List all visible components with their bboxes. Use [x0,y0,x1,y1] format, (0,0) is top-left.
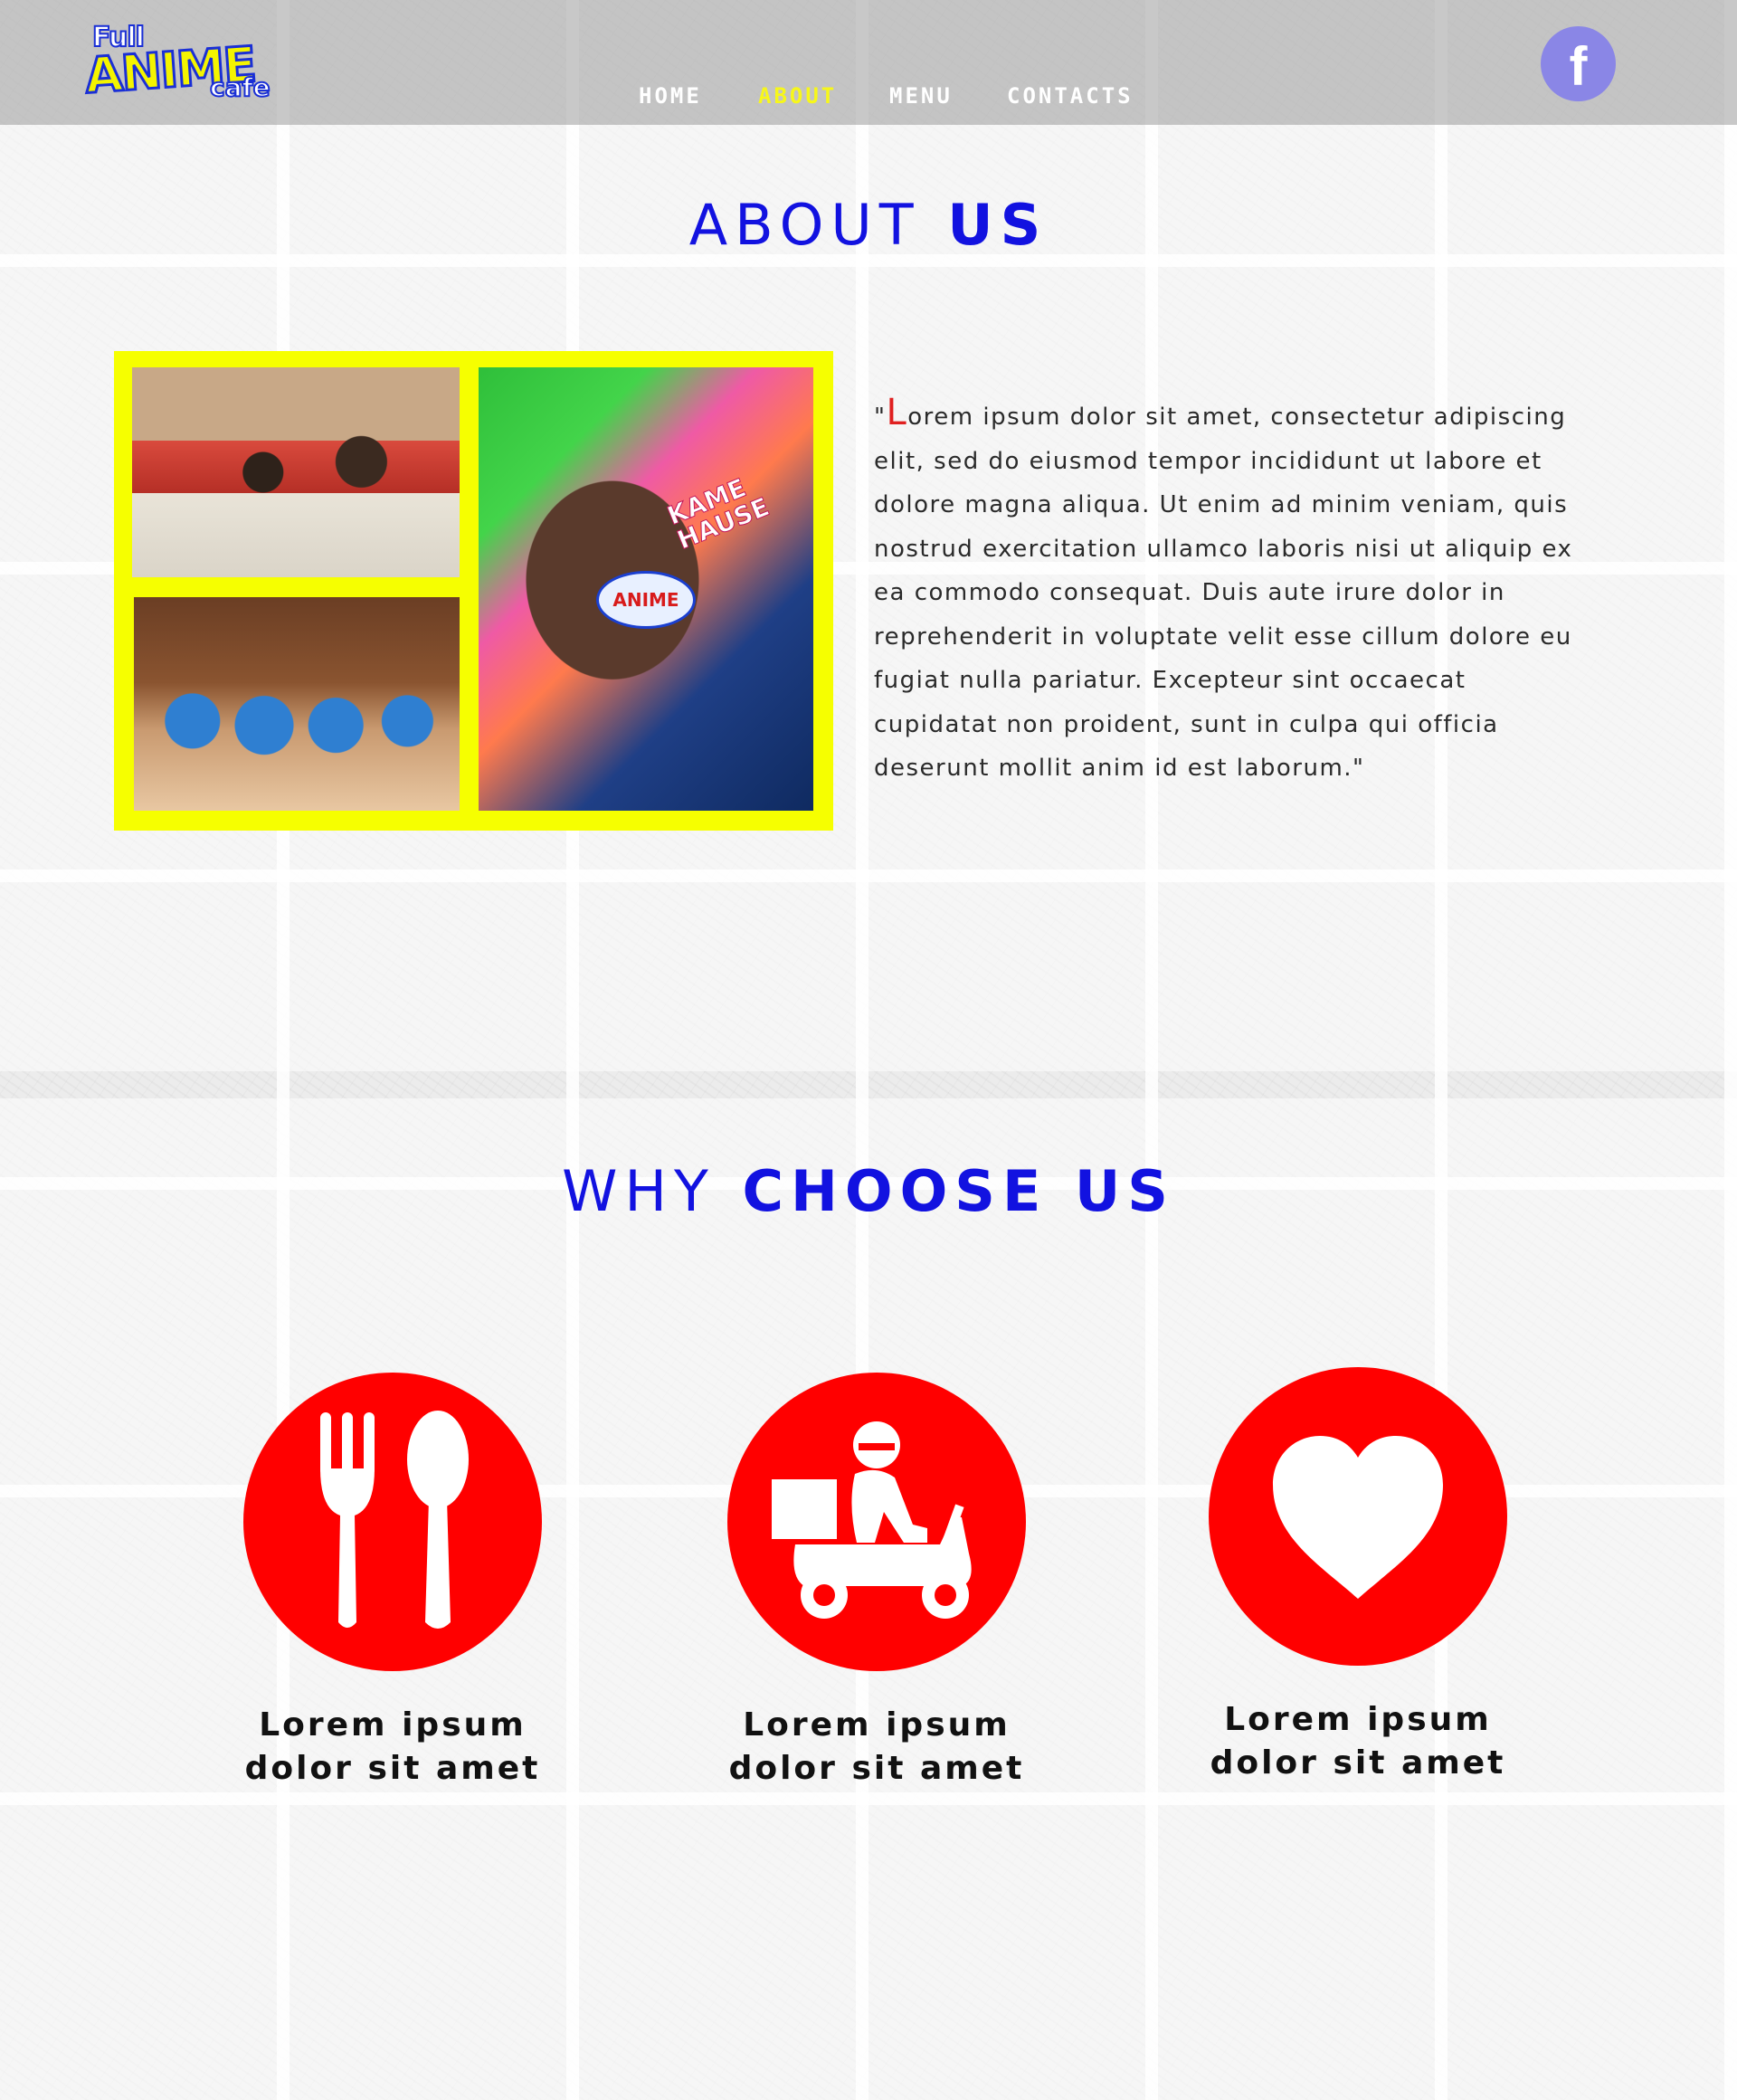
photo-doraemon-figures [134,597,460,811]
about-quote-open: " [874,404,887,431]
feature-line-2: dolor sit amet [244,1750,541,1787]
site-header: Full ANIME cafe HOME ABOUT MENU CONTACTS… [0,0,1737,125]
feature-card-delivery: Lorem ipsum dolor sit amet [687,1373,1067,1791]
facebook-button[interactable]: f [1541,26,1616,101]
feature-card-food: Lorem ipsum dolor sit amet [203,1373,583,1791]
feature-line-2: dolor sit amet [1210,1744,1506,1782]
feature-line-1: Lorem ipsum [743,1706,1011,1744]
nav-item-menu[interactable]: MENU [889,83,953,109]
feature-card-love: Lorem ipsum dolor sit amet [1168,1367,1548,1785]
feature-circle [1209,1367,1507,1666]
facebook-icon: f [1569,35,1588,97]
fork-spoon-icon [320,1411,469,1629]
nav-item-contacts[interactable]: CONTACTS [1007,83,1134,109]
about-title-light: ABOUT [688,192,921,258]
about-drop-cap: L [886,392,908,433]
heart-icon [1273,1436,1443,1599]
why-title: WHY CHOOSE US [0,1158,1737,1224]
feature-line-1: Lorem ipsum [1224,1701,1492,1738]
nav-item-home[interactable]: HOME [639,83,702,109]
nav-item-about[interactable]: ABOUT [758,83,837,109]
kame-hause-sign: KAME HAUSE [663,472,774,556]
cup-logo-label: ANIME [596,571,696,629]
photo-collage: KAME HAUSE ANIME [114,351,833,831]
feature-line-1: Lorem ipsum [259,1706,527,1744]
feature-text: Lorem ipsum dolor sit amet [203,1704,583,1791]
feature-circle [727,1373,1026,1671]
about-title-bold: US [947,192,1049,258]
about-paragraph: "Lorem ipsum dolor sit amet, consectetur… [874,391,1598,791]
photo-friends-cafe [132,367,460,577]
why-title-bold: CHOOSE US [742,1158,1175,1224]
feature-circle [243,1373,542,1671]
feature-text: Lorem ipsum dolor sit amet [1168,1698,1548,1785]
why-title-light: WHY [562,1158,716,1224]
delivery-scooter-icon [772,1421,972,1619]
about-title: ABOUT US [0,192,1737,258]
photo-chocolate-drink: KAME HAUSE ANIME [479,367,813,811]
feature-line-2: dolor sit amet [728,1750,1025,1787]
feature-text: Lorem ipsum dolor sit amet [687,1704,1067,1791]
main-nav: HOME ABOUT MENU CONTACTS [0,83,1737,119]
about-body-text: orem ipsum dolor sit amet, consectetur a… [874,404,1573,782]
